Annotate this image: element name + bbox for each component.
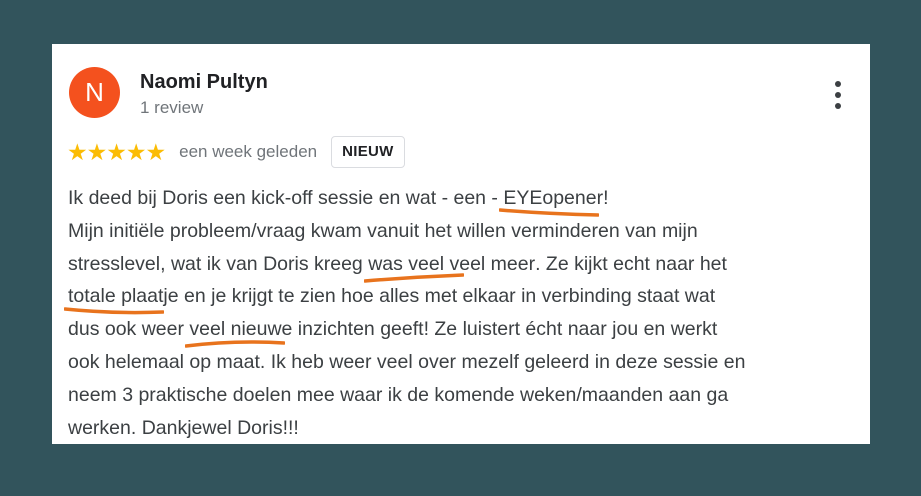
- review-line: neem 3 praktische doelen mee waar ik de …: [68, 379, 863, 412]
- highlighted-phrase: totale plaat: [64, 285, 164, 315]
- review-text-segment: veel nieuwe inzichten geeft: [189, 318, 424, 341]
- review-text-segment: ook helemaal op maat. Ik heb weer veel o…: [68, 350, 746, 373]
- new-badge: NIEUW: [331, 136, 405, 168]
- review-text-segment: Ik deed bij Doris een kick-off sessie en…: [68, 187, 504, 209]
- review-text-segment: !: [603, 187, 609, 209]
- review-text-segment: totale plaat: [68, 285, 164, 308]
- review-count: 1 review: [140, 98, 204, 117]
- review-text-segment: neem 3 praktische doelen mee waar ik de …: [68, 383, 729, 406]
- review-card: N Naomi Pultyn 1 review ★★★★★ een week g…: [52, 44, 870, 444]
- star-rating-icon: ★★★★★: [67, 139, 166, 165]
- review-text-segment: dus ook weer: [68, 318, 190, 341]
- highlighted-phrase: EYEopener: [499, 187, 604, 217]
- more-options-button[interactable]: [828, 80, 848, 110]
- highlighted-phrase: was veel veel meer: [364, 252, 536, 283]
- avatar[interactable]: N: [69, 67, 120, 118]
- review-line: werken. Dankjewel Doris!!!: [68, 412, 863, 445]
- review-text-segment: stresslevel, wat ik van Doris kreeg: [68, 252, 369, 275]
- review-line: stresslevel, wat ik van Doris kreeg was …: [68, 248, 863, 283]
- review-text-segment: . Ze kijkt echt naar het: [535, 252, 727, 275]
- review-text-segment: was veel veel meer: [368, 252, 536, 275]
- more-vert-icon-dot: [835, 81, 841, 87]
- review-line: Mijn initiële probleem/vraag kwam vanuit…: [68, 215, 863, 248]
- reviewer-name[interactable]: Naomi Pultyn: [140, 71, 268, 94]
- review-text-segment: Mijn initiële probleem/vraag kwam vanuit…: [68, 219, 698, 242]
- review-line: totale plaat je en je krijgt te zien hoe …: [64, 280, 863, 315]
- review-text-segment: ! Ze luistert écht naar jou en werkt: [423, 318, 718, 341]
- review-line: dus ook weer veel nieuwe inzichten geeft…: [68, 313, 863, 348]
- review-line: ook helemaal op maat. Ik heb weer veel o…: [68, 346, 863, 379]
- review-date: een week geleden: [179, 142, 318, 161]
- review-line: Ik deed bij Doris een kick-off sessie en…: [68, 182, 863, 217]
- more-vert-icon-dot: [835, 103, 841, 109]
- review-text-segment: je en je krijgt te zien hoe alles met el…: [163, 285, 716, 308]
- review-text-segment: werken. Dankjewel Doris!!!: [68, 416, 299, 439]
- more-vert-icon-dot: [835, 92, 841, 98]
- review-meta: ★★★★★ een week geleden NIEUW: [67, 135, 405, 169]
- review-text-segment: EYEopener: [503, 187, 604, 209]
- review-text: Ik deed bij Doris een kick-off sessie en…: [64, 182, 863, 445]
- highlighted-phrase: veel nieuwe inzichten geeft: [185, 318, 424, 348]
